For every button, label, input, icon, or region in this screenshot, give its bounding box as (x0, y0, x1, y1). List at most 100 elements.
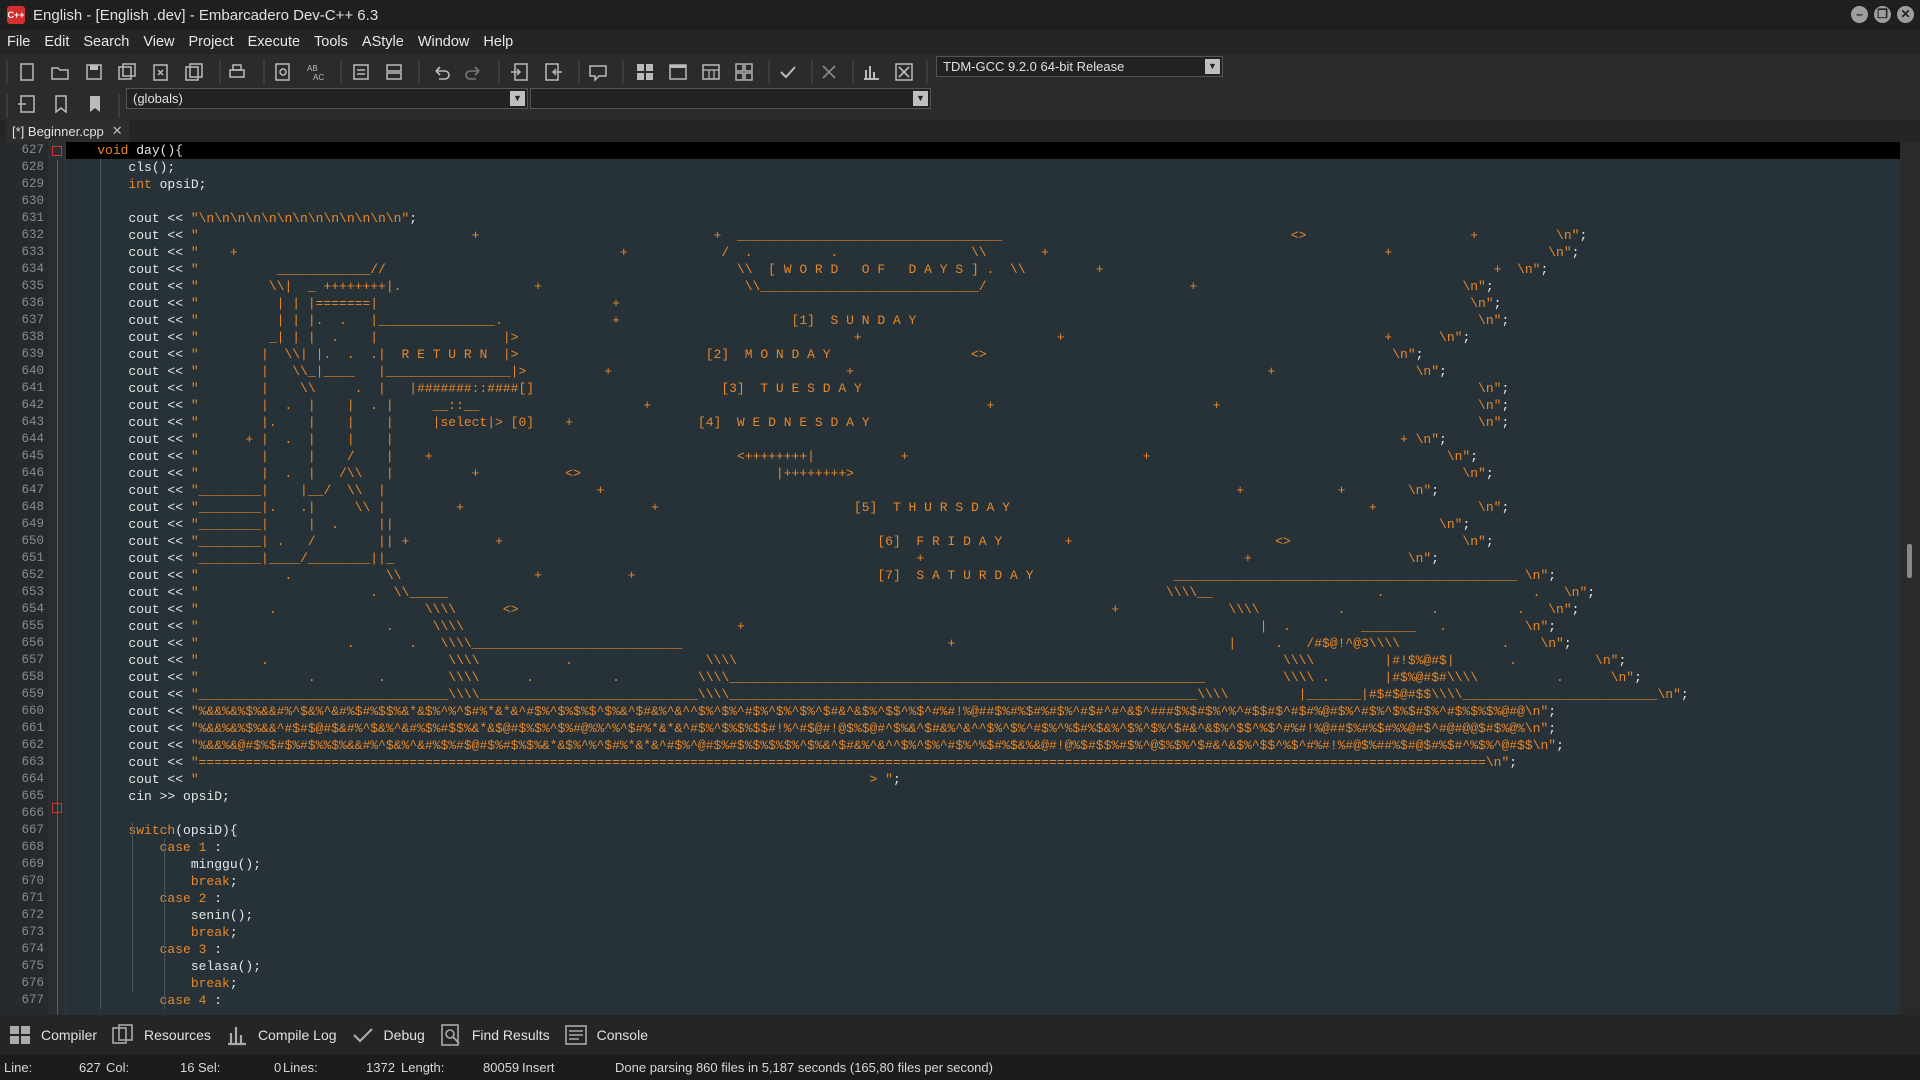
tab-compiler[interactable]: Compiler (8, 1023, 97, 1047)
replace-icon[interactable]: AB AC (305, 61, 329, 83)
code-line[interactable]: cout << "________| | . || \n"; (66, 516, 1470, 533)
code-line[interactable]: switch(opsiD){ (66, 822, 237, 839)
window-icon[interactable] (667, 61, 691, 83)
code-line[interactable]: cout << " ____________// \\ [ W O R D O … (66, 261, 1548, 278)
minimize-icon[interactable]: – (1851, 6, 1868, 23)
goto-bookmark-icon[interactable] (84, 93, 108, 115)
code-line[interactable]: senin(); (66, 907, 253, 924)
code-line[interactable]: break; (66, 873, 238, 890)
close-file-icon[interactable] (150, 61, 174, 83)
scope-select[interactable]: (globals) ▼ (126, 88, 528, 109)
delete-icon[interactable] (893, 61, 917, 83)
code-line[interactable]: case 2 : (66, 890, 222, 907)
menu-execute[interactable]: Execute (241, 30, 307, 54)
code-line[interactable]: cout << " | | |. . |_______________. + [… (66, 312, 1509, 329)
tab-debug[interactable]: Debug (351, 1023, 425, 1047)
menu-tools[interactable]: Tools (307, 30, 355, 54)
code-line[interactable]: cout << "________|. .| \\ | + + [5] T H … (66, 499, 1509, 516)
code-line[interactable]: cout << "________| |__/ \\ | + + + \n"; (66, 482, 1439, 499)
tab-compile-log[interactable]: Compile Log (225, 1023, 337, 1047)
print-icon[interactable] (226, 61, 250, 83)
goto-icon[interactable] (509, 61, 533, 83)
code-line[interactable]: cout << "%&&%&%$%&&^#$#$@#$&#%^$&%^&#%$%… (66, 720, 1556, 737)
menu-search[interactable]: Search (76, 30, 136, 54)
tab-beginner-cpp[interactable]: [*] Beginner.cpp ✕ (6, 120, 129, 142)
menu-file[interactable]: File (0, 30, 37, 54)
code-line[interactable]: cout << " | | |=======| + \n"; (66, 295, 1501, 312)
code-line[interactable]: cout << " | \\_|____ |________________|>… (66, 363, 1446, 380)
menu-edit[interactable]: Edit (37, 30, 76, 54)
tab-console[interactable]: Console (564, 1023, 648, 1047)
menu-astyle[interactable]: AStyle (355, 30, 411, 54)
code-line[interactable]: cout << " | \\| |. . .| R E T U R N |> [… (66, 346, 1423, 363)
find-icon[interactable] (272, 61, 296, 83)
code-line[interactable]: break; (66, 924, 238, 941)
undo-icon[interactable] (430, 61, 454, 83)
close-all-icon[interactable] (183, 61, 207, 83)
new-file-icon[interactable] (16, 61, 40, 83)
save-all-icon[interactable] (116, 61, 140, 83)
stop-icon[interactable] (818, 61, 842, 83)
code-line[interactable]: cin >> opsiD; (66, 788, 229, 805)
code-line[interactable]: cout << " |. | | | |select|> [0] + [4] W… (66, 414, 1509, 431)
grid-icon[interactable] (733, 61, 757, 83)
menu-project[interactable]: Project (182, 30, 241, 54)
toggle-bookmark-icon[interactable] (50, 93, 74, 115)
chevron-down-icon[interactable]: ▼ (913, 91, 928, 106)
scrollbar-thumb[interactable] (1907, 544, 1912, 578)
code-line[interactable]: cout << " | | / | + <++++++++| + + \n"; (66, 448, 1478, 465)
code-line[interactable]: cout << " | . | /\\ | + <> |++++++++> \n… (66, 465, 1493, 482)
unindent-icon[interactable] (383, 61, 407, 83)
code-line[interactable]: cout << " \\| _ ++++++++|. + \\_________… (66, 278, 1493, 295)
code-line[interactable]: cout << "________|____/________||_ + + \… (66, 550, 1439, 567)
indent-icon[interactable] (350, 61, 374, 83)
tab-find-results[interactable]: Find Results (439, 1023, 550, 1047)
code-line[interactable]: cout << " . \\\\ <> + \\\\ . . . \n"; (66, 601, 1579, 618)
fold-marker-icon[interactable] (52, 146, 62, 156)
function-select[interactable]: ▼ (530, 88, 931, 109)
code-line[interactable]: cout << " _| | | . | |> + + + \n"; (66, 329, 1470, 346)
open-icon[interactable] (49, 61, 73, 83)
code-line[interactable]: int opsiD; (66, 176, 206, 193)
code-line[interactable]: cout << " > "; (66, 771, 900, 788)
code-line[interactable]: cout << " . \\_____ \\\\__ . . \n"; (66, 584, 1595, 601)
save-icon[interactable] (83, 61, 107, 83)
menu-view[interactable]: View (136, 30, 181, 54)
insert-icon[interactable] (16, 93, 40, 115)
code-line[interactable]: cout << "%&&%&%$%&&#%^$&%^&#%$#%$$%&*&$%… (66, 703, 1556, 720)
code-line[interactable]: cls(); (66, 159, 175, 176)
tab-resources[interactable]: Resources (111, 1023, 211, 1047)
code-line[interactable]: cout << " | . | | . | __::__ + + + \n"; (66, 397, 1509, 414)
code-line[interactable]: cout << " . \\\\ + | . _______ . \n"; (66, 618, 1556, 635)
close-icon[interactable]: ✕ (112, 123, 123, 139)
current-code-line[interactable]: void day(){ (66, 142, 1900, 159)
code-line[interactable]: cout << " . \\\\ . \\\\ \\\\ |#!$%@#$| .… (66, 652, 1626, 669)
check-icon[interactable] (777, 61, 801, 83)
layout-icon[interactable] (634, 61, 658, 83)
close-icon[interactable]: ✕ (1897, 6, 1914, 23)
code-line[interactable]: cout << "%&&%&@#$%$#$%#$%%$%&&#%^$&%^&#%… (66, 737, 1563, 754)
code-line[interactable]: cout << " + + / . . \\ + + \n"; (66, 244, 1579, 261)
chevron-down-icon[interactable]: ▼ (510, 91, 525, 106)
code-line[interactable]: cout << " | \\ . | |#######::####[] [3] … (66, 380, 1509, 397)
chevron-down-icon[interactable]: ▼ (1205, 59, 1220, 74)
code-line[interactable]: cout << "________| . / || + + [6] F R I … (66, 533, 1493, 550)
redo-icon[interactable] (463, 61, 487, 83)
code-editor[interactable]: 627 628 629 630 631 632 633 634 635 636 637 638 639 6… (0, 142, 1900, 1015)
code-line[interactable]: case 3 : (66, 941, 222, 958)
code-line[interactable]: cout << "_______________________________… (66, 686, 1688, 703)
restore-icon[interactable]: ❐ (1874, 6, 1891, 23)
class-view-icon[interactable] (700, 61, 724, 83)
vertical-scrollbar[interactable] (1900, 142, 1920, 1015)
code-line[interactable]: cout << " . . \\\\______________________… (66, 635, 1571, 652)
code-line[interactable]: break; (66, 975, 238, 992)
code-line[interactable]: cout << " . . \\\\ . . \\\\_____________… (66, 669, 1641, 686)
code-line[interactable]: case 1 : (66, 839, 222, 856)
code-line[interactable]: cout << " . \\ + + [7] S A T U R D A Y _… (66, 567, 1556, 584)
menu-window[interactable]: Window (411, 30, 477, 54)
chart-icon[interactable] (860, 61, 884, 83)
code-line[interactable]: cout << "===============================… (66, 754, 1517, 771)
comment-icon[interactable] (587, 61, 611, 83)
code-line[interactable]: cout << " + | . | | | + \n"; (66, 431, 1446, 448)
code-line[interactable]: cout << " + + __________________________… (66, 227, 1587, 244)
